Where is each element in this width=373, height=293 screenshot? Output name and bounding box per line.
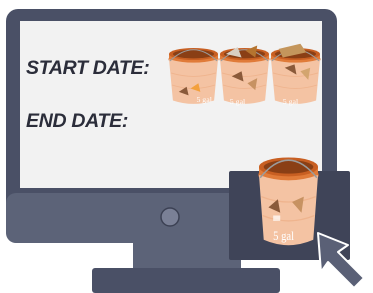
bucket-option-3[interactable]: 5 gal xyxy=(270,43,321,106)
bucket-capacity-label: 5 gal xyxy=(273,230,294,243)
cursor-arrow-icon xyxy=(317,232,365,289)
monitor-base xyxy=(92,268,280,293)
bucket-capacity-label: 5 gal xyxy=(230,97,245,105)
bucket-capacity-label: 5 gal xyxy=(283,97,298,105)
power-button[interactable] xyxy=(160,207,180,227)
dragged-bucket[interactable]: 5 gal xyxy=(258,156,319,247)
monitor-illustration: 5 gal 5 gal 5 gal 5 gal xyxy=(6,9,365,293)
bucket-option-1[interactable]: 5 gal xyxy=(168,47,219,105)
bucket-option-2[interactable]: 5 gal xyxy=(219,45,270,106)
end-date-label: END DATE: xyxy=(26,110,129,132)
bucket-capacity-label: 5 gal xyxy=(196,96,211,104)
start-date-label: START DATE: xyxy=(26,57,150,79)
